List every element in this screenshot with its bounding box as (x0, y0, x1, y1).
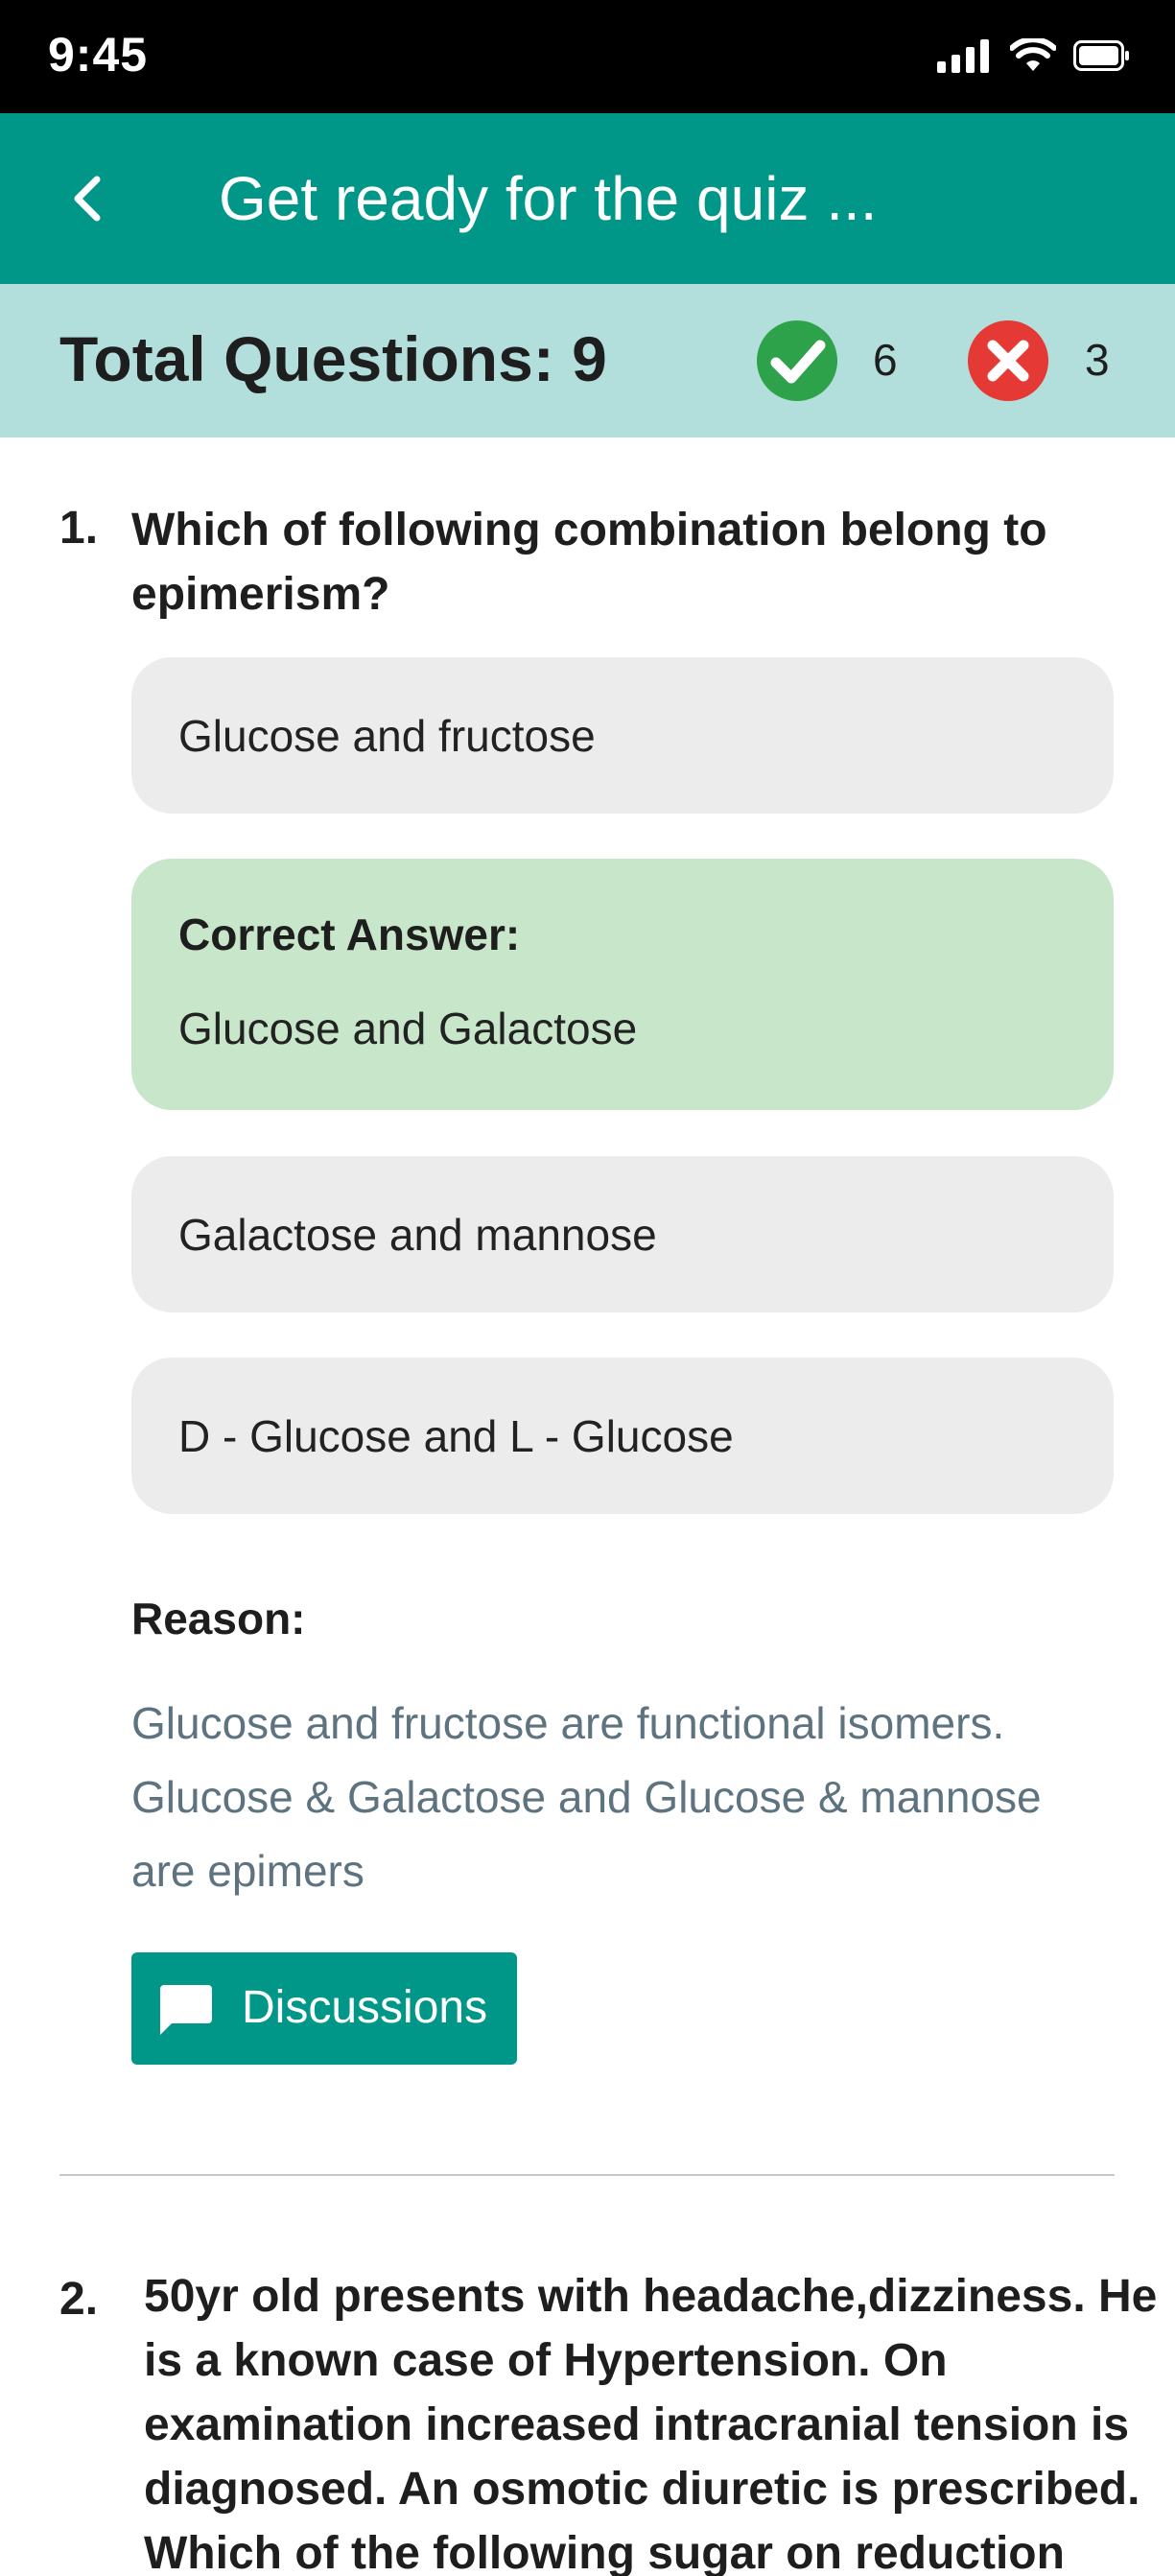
back-button[interactable] (54, 165, 121, 232)
question-number: 1. (59, 503, 99, 554)
question-text-line: Which of the following sugar on reductio… (144, 2528, 1065, 2576)
status-bar: 9:45 (0, 0, 1175, 113)
reason-text: Glucose and fructose are functional isom… (131, 1687, 1129, 1908)
wifi-icon (1010, 38, 1056, 71)
option-4[interactable]: D - Glucose and L - Glucose (131, 1358, 1114, 1514)
option-1[interactable]: Glucose and fructose (131, 657, 1114, 814)
battery-icon (1073, 40, 1129, 71)
question-text-line: Which of following combination belong to (131, 505, 1047, 555)
quiz-summary: Total Questions: 9 6 3 (0, 284, 1175, 437)
option-text: Glucose and Galactose (178, 1004, 638, 1053)
option-3[interactable]: Galactose and mannose (131, 1156, 1114, 1312)
check-circle-icon (757, 320, 837, 401)
question-text-line: is a known case of Hypertension. On (144, 2335, 948, 2386)
divider (59, 2174, 1115, 2176)
status-time: 9:45 (48, 28, 149, 82)
correct-answer-label: Correct Answer: (178, 910, 521, 959)
option-text: Glucose and fructose (178, 711, 596, 761)
reason-label: Reason: (131, 1594, 306, 1643)
question-text-line: diagnosed. An osmotic diuretic is prescr… (144, 2464, 1140, 2515)
question-text-line: epimerism? (131, 569, 390, 620)
status-icons (935, 38, 1131, 73)
chevron-left-icon (74, 176, 101, 222)
question-number: 2. (59, 2274, 99, 2325)
total-questions: Total Questions: 9 (59, 323, 607, 394)
question-text: 50yr old presents with headache,dizzines… (144, 2264, 1161, 2576)
discussions-button[interactable]: Discussions (131, 1952, 517, 2065)
wrong-count: 3 (1085, 335, 1110, 385)
reason-line: Glucose & Galactose and Glucose & mannos… (131, 1772, 1042, 1822)
question-text: Which of following combination belong to… (131, 498, 1148, 626)
question-text-line: examination increased intracranial tensi… (144, 2399, 1130, 2450)
discussions-label: Discussions (242, 1982, 488, 2033)
reason-line: are epimers (131, 1846, 364, 1896)
option-text: Galactose and mannose (178, 1210, 657, 1260)
question-text-line: 50yr old presents with headache,dizzines… (144, 2271, 1158, 2322)
chat-bubble-icon (160, 1985, 212, 2035)
page-title: Get ready for the quiz ... (219, 164, 878, 233)
reason-line: Glucose and fructose are functional isom… (131, 1698, 1005, 1748)
app-bar: Get ready for the quiz ... (0, 113, 1175, 284)
option-text: D - Glucose and L - Glucose (178, 1411, 734, 1461)
correct-count: 6 (873, 335, 898, 385)
cross-circle-icon (968, 320, 1048, 401)
signal-icon (937, 39, 989, 73)
option-2-correct[interactable]: Correct Answer: Glucose and Galactose (131, 859, 1114, 1110)
